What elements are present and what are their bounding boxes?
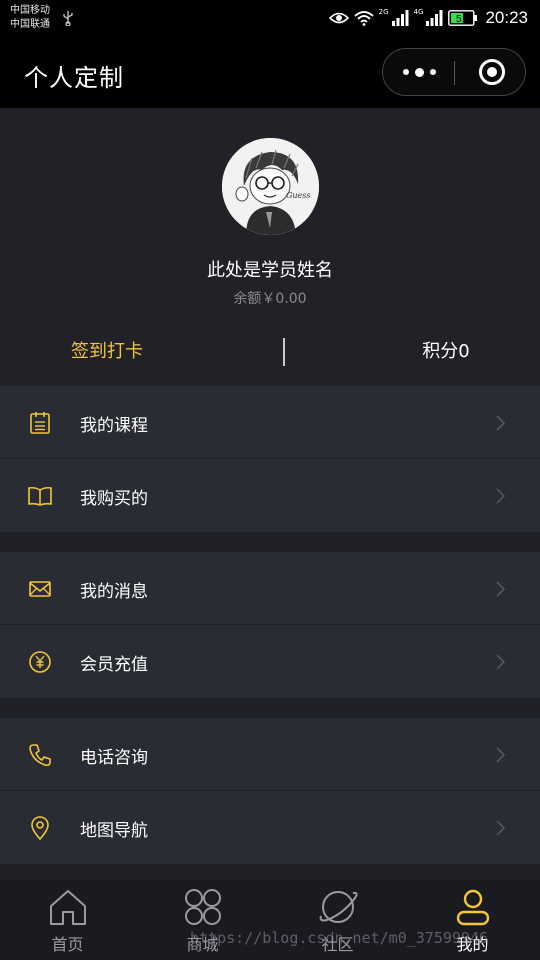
yen-icon: [29, 651, 51, 673]
grid-icon: [185, 889, 221, 925]
status-bar: 中国移动 中国联通 2G 4G 51 20:23: [0, 0, 540, 38]
home-icon: [50, 890, 86, 925]
menu-item-phone[interactable]: 电话咨询: [0, 718, 540, 791]
close-mini-program-icon[interactable]: [479, 59, 505, 85]
calendar-icon: [30, 412, 50, 434]
avatar[interactable]: Guess: [222, 138, 319, 235]
more-dot-center: [414, 67, 424, 77]
chevron-right-icon: [496, 488, 506, 504]
book-icon: [28, 486, 52, 506]
points-display[interactable]: 积分0: [360, 326, 532, 380]
mail-icon: [29, 581, 51, 597]
signal-icon: [426, 10, 443, 26]
menu-item-label: 我购买的: [80, 489, 148, 509]
menu-item-messages[interactable]: 我的消息: [0, 552, 540, 625]
network-tag-2g: 2G: [378, 8, 389, 16]
signal-icon: [391, 10, 409, 26]
wifi-icon: [354, 11, 374, 26]
user-icon: [456, 889, 490, 926]
menu-item-label: 会员充值: [80, 655, 148, 675]
phone-icon: [29, 744, 51, 767]
planet-icon: [319, 891, 358, 923]
navigation-bar: 个人定制: [0, 38, 540, 108]
chevron-right-icon: [496, 415, 506, 431]
menu-item-label: 电话咨询: [80, 748, 148, 768]
avatar-illustration: Guess: [222, 138, 319, 235]
more-button[interactable]: [383, 49, 455, 95]
tab-label: 我的: [456, 935, 489, 954]
page-title: 个人定制: [24, 64, 124, 92]
account-balance: 余额￥0.00: [233, 291, 307, 307]
carrier-info: 中国移动 中国联通: [10, 4, 50, 32]
usb-icon: [63, 11, 73, 26]
mini-program-capsule: [382, 48, 526, 96]
chevron-right-icon: [496, 654, 506, 670]
profile-header: Guess 此处是学员姓名 余额￥0.00: [0, 108, 540, 326]
battery-icon: 51: [448, 10, 478, 26]
capsule-divider: [454, 61, 455, 85]
battery-level: 51: [456, 14, 468, 25]
chevron-right-icon: [496, 820, 506, 836]
menu-item-purchased[interactable]: 我购买的: [0, 459, 540, 532]
carrier-1: 中国移动: [10, 5, 50, 16]
tab-mall[interactable]: 商城: [135, 880, 270, 960]
location-pin-icon: [31, 816, 49, 841]
menu-item-my-courses[interactable]: 我的课程: [0, 386, 540, 459]
chevron-right-icon: [496, 581, 506, 597]
menu-group-account: 我的消息 会员充值: [0, 552, 540, 698]
tab-home[interactable]: 首页: [0, 880, 135, 960]
carrier-2: 中国联通: [10, 19, 50, 30]
tab-community[interactable]: 社区: [270, 880, 405, 960]
tab-label: 社区: [321, 935, 354, 954]
checkin-points-row: 签到打卡 积分0: [0, 326, 540, 380]
network-tag-4g: 4G: [413, 8, 424, 16]
chevron-right-icon: [496, 747, 506, 763]
eye-icon: [328, 12, 349, 24]
menu-group-contact: 电话咨询 地图导航: [0, 718, 540, 864]
more-dots-icon: [402, 69, 409, 75]
checkin-button[interactable]: 签到打卡: [0, 326, 214, 380]
more-dot-right: [429, 69, 436, 75]
menu-item-map[interactable]: 地图导航: [0, 791, 540, 864]
menu-item-label: 地图导航: [80, 821, 148, 841]
menu-item-recharge[interactable]: 会员充值: [0, 625, 540, 698]
clock: 20:23: [485, 8, 528, 27]
student-name: 此处是学员姓名: [207, 260, 333, 281]
avatar-caption: Guess: [286, 191, 311, 200]
menu-item-label: 我的消息: [80, 582, 148, 602]
tab-label: 商城: [186, 935, 219, 954]
menu-group-courses: 我的课程 我购买的: [0, 386, 540, 532]
menu-item-label: 我的课程: [80, 416, 148, 436]
tab-mine[interactable]: 我的: [405, 880, 540, 960]
tab-bar: 首页 商城 社区 我的: [0, 880, 540, 960]
tab-label: 首页: [51, 935, 84, 954]
divider: [283, 338, 285, 366]
